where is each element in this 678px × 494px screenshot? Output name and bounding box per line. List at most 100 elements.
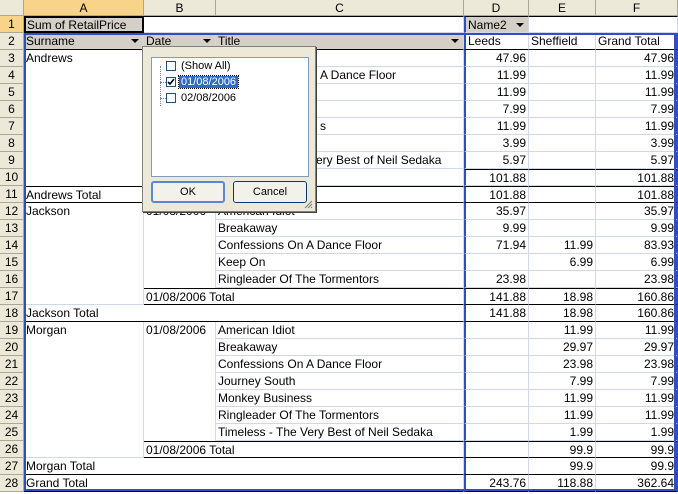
value-grand-total[interactable]: 29.97 — [596, 339, 678, 356]
empty-cell[interactable] — [24, 254, 144, 271]
value-leeds[interactable]: 35.97 — [464, 203, 529, 220]
value-grand-total[interactable]: 101.88 — [596, 169, 678, 186]
empty-cell[interactable] — [24, 373, 144, 390]
empty-cell[interactable] — [24, 441, 144, 458]
value-grand-total[interactable]: 47.96 — [596, 50, 678, 67]
value-grand-total[interactable]: 35.97 — [596, 203, 678, 220]
value-sheffield[interactable]: 11.99 — [529, 322, 596, 339]
empty-cell[interactable] — [24, 237, 144, 254]
value-leeds[interactable]: 9.99 — [464, 220, 529, 237]
value-leeds[interactable]: 71.94 — [464, 237, 529, 254]
jackson-date-total-label[interactable]: 01/08/2006 Total — [144, 288, 464, 305]
jackson-total-label[interactable]: Jackson Total — [24, 305, 464, 322]
title-cell[interactable]: Journey South — [216, 373, 464, 390]
option-date-2[interactable]: 02/08/2006 — [166, 90, 238, 106]
value-sheffield[interactable] — [529, 271, 596, 288]
value-sheffield[interactable]: 18.98 — [529, 288, 596, 305]
value-sheffield[interactable] — [529, 220, 596, 237]
empty-cell[interactable] — [24, 118, 144, 135]
value-leeds[interactable] — [464, 339, 529, 356]
value-sheffield[interactable]: 18.98 — [529, 305, 596, 322]
value-sheffield[interactable] — [529, 186, 596, 203]
empty-cell[interactable] — [24, 169, 144, 186]
value-sheffield[interactable] — [529, 118, 596, 135]
empty-cell[interactable] — [24, 152, 144, 169]
column-field-name2[interactable]: Name2 — [464, 16, 529, 33]
row-header-13[interactable]: 13 — [0, 220, 24, 237]
row-header-10[interactable]: 10 — [0, 169, 24, 186]
title-cell[interactable]: Ringleader Of The Tormentors — [216, 271, 464, 288]
value-grand-total[interactable]: 99.9 — [596, 458, 678, 475]
title-cell[interactable]: Breakaway — [216, 220, 464, 237]
column-header-a[interactable]: A — [24, 0, 144, 16]
value-sheffield[interactable]: 29.97 — [529, 339, 596, 356]
value-grand-total[interactable]: 23.98 — [596, 356, 678, 373]
value-leeds[interactable] — [464, 424, 529, 441]
row-header-23[interactable]: 23 — [0, 390, 24, 407]
row-header-3[interactable]: 3 — [0, 50, 24, 67]
title-dropdown-icon[interactable] — [449, 35, 461, 47]
value-sheffield[interactable] — [529, 67, 596, 84]
value-grand-total[interactable]: 11.99 — [596, 407, 678, 424]
empty-cell[interactable] — [24, 390, 144, 407]
surname-dropdown-icon[interactable] — [129, 35, 141, 47]
row-header-25[interactable]: 25 — [0, 424, 24, 441]
row-header-9[interactable]: 9 — [0, 152, 24, 169]
value-leeds[interactable]: 7.99 — [464, 101, 529, 118]
name2-dropdown-icon[interactable] — [514, 19, 526, 31]
date-2-checkbox[interactable] — [166, 93, 176, 104]
empty-cell[interactable] — [24, 356, 144, 373]
value-grand-total[interactable]: 11.99 — [596, 84, 678, 101]
value-grand-total[interactable]: 5.97 — [596, 152, 678, 169]
sheffield-header[interactable]: Sheffield — [529, 33, 596, 50]
empty-cell[interactable] — [24, 67, 144, 84]
row-header-19[interactable]: 19 — [0, 322, 24, 339]
row-header-4[interactable]: 4 — [0, 67, 24, 84]
value-grand-total[interactable]: 362.64 — [596, 475, 678, 492]
empty-cell[interactable] — [24, 339, 144, 356]
empty-cell[interactable] — [144, 254, 216, 271]
value-grand-total[interactable]: 6.99 — [596, 254, 678, 271]
column-header-c[interactable]: C — [216, 0, 464, 16]
value-leeds[interactable]: 23.98 — [464, 271, 529, 288]
value-sheffield[interactable]: 23.98 — [529, 356, 596, 373]
empty-cell[interactable] — [24, 84, 144, 101]
surname-andrews[interactable]: Andrews — [24, 50, 144, 67]
empty-cell[interactable] — [144, 407, 216, 424]
value-leeds[interactable] — [464, 373, 529, 390]
ok-button[interactable]: OK — [151, 181, 225, 203]
value-sheffield[interactable]: 11.99 — [529, 237, 596, 254]
value-sheffield[interactable] — [529, 203, 596, 220]
empty-cell[interactable] — [144, 220, 216, 237]
value-leeds[interactable]: 11.99 — [464, 84, 529, 101]
row-header-26[interactable]: 26 — [0, 441, 24, 458]
empty-cell[interactable] — [24, 220, 144, 237]
cancel-button[interactable]: Cancel — [233, 181, 307, 203]
morgan-date-total-label[interactable]: 01/08/2006 Total — [144, 441, 464, 458]
value-sheffield[interactable] — [529, 152, 596, 169]
title-cell[interactable]: Timeless - The Very Best of Neil Sedaka — [216, 424, 464, 441]
empty-cell[interactable] — [24, 424, 144, 441]
row-header-21[interactable]: 21 — [0, 356, 24, 373]
empty-cell[interactable] — [144, 424, 216, 441]
empty-cell[interactable] — [24, 271, 144, 288]
row-header-6[interactable]: 6 — [0, 101, 24, 118]
select-all-corner[interactable] — [0, 0, 24, 16]
value-grand-total[interactable]: 160.86 — [596, 305, 678, 322]
value-leeds[interactable] — [464, 458, 529, 475]
show-all-checkbox[interactable] — [166, 61, 176, 72]
value-grand-total[interactable]: 83.93 — [596, 237, 678, 254]
row-header-8[interactable]: 8 — [0, 135, 24, 152]
column-header-e[interactable]: E — [529, 0, 596, 16]
row-header-14[interactable]: 14 — [0, 237, 24, 254]
value-sheffield[interactable]: 7.99 — [529, 373, 596, 390]
empty-cell[interactable] — [144, 271, 216, 288]
row-header-22[interactable]: 22 — [0, 373, 24, 390]
empty-cell[interactable] — [24, 407, 144, 424]
title-cell[interactable]: Monkey Business — [216, 390, 464, 407]
leeds-header[interactable]: Leeds — [464, 33, 529, 50]
column-header-f[interactable]: F — [596, 0, 678, 16]
morgan-total-label[interactable]: Morgan Total — [24, 458, 464, 475]
row-header-17[interactable]: 17 — [0, 288, 24, 305]
row-header-28[interactable]: 28 — [0, 475, 24, 492]
